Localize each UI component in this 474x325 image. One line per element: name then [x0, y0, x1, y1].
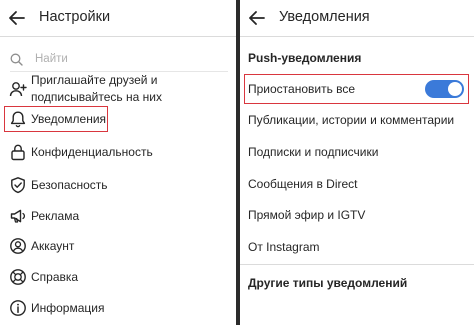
header-divider	[0, 36, 236, 37]
pause-all-highlight-frame	[244, 74, 469, 104]
settings-item-security[interactable]: Безопасность	[0, 174, 236, 196]
notification-item-posts[interactable]: Публикации, истории и комментарии	[248, 113, 454, 127]
settings-item-label: Конфиденциальность	[31, 145, 153, 159]
info-icon	[9, 299, 27, 317]
search-bar[interactable]	[10, 50, 230, 68]
search-input[interactable]	[35, 53, 215, 65]
settings-item-label: Реклама	[31, 209, 80, 223]
push-section-title: Push-уведомления	[248, 51, 362, 65]
settings-header: Настройки	[0, 0, 236, 36]
settings-item-invite-friends[interactable]: Приглашайте друзей и подписывайтесь на н…	[0, 72, 236, 106]
back-arrow-icon[interactable]	[247, 8, 267, 28]
page-title: Уведомления	[279, 9, 370, 25]
account-icon	[9, 237, 27, 255]
lock-icon	[9, 143, 27, 161]
notification-item-live[interactable]: Прямой эфир и IGTV	[248, 208, 365, 222]
settings-item-account[interactable]: Аккаунт	[0, 235, 236, 257]
settings-item-label: Справка	[31, 270, 79, 284]
header-divider	[240, 36, 474, 37]
notification-item-direct[interactable]: Сообщения в Direct	[248, 177, 358, 191]
shield-icon	[9, 176, 27, 194]
settings-item-label: Безопасность	[31, 178, 108, 192]
settings-item-label: Информация	[31, 301, 105, 315]
help-icon	[9, 268, 27, 286]
back-arrow-icon[interactable]	[7, 8, 27, 28]
megaphone-icon	[9, 207, 27, 225]
search-icon	[10, 53, 23, 66]
settings-item-label: Приглашайте друзей и подписывайтесь на н…	[31, 73, 162, 104]
add-user-icon	[9, 80, 27, 98]
page-title: Настройки	[39, 9, 111, 25]
notifications-panel: Уведомления Push-уведомления Приостанови…	[240, 0, 474, 325]
section-divider	[240, 264, 474, 265]
settings-item-info[interactable]: Информация	[0, 297, 236, 319]
settings-item-ads[interactable]: Реклама	[0, 205, 236, 227]
settings-item-label: Аккаунт	[31, 239, 75, 253]
notifications-header: Уведомления	[240, 0, 474, 36]
settings-panel: Настройки Приглашайте друзей и подписыва…	[0, 0, 236, 325]
notification-item-follows[interactable]: Подписки и подписчики	[248, 145, 378, 159]
other-section-title: Другие типы уведомлений	[248, 276, 408, 290]
notifications-highlight-frame	[4, 106, 108, 132]
settings-item-privacy[interactable]: Конфиденциальность	[0, 141, 236, 163]
notification-item-instagram[interactable]: От Instagram	[248, 240, 320, 254]
settings-item-help[interactable]: Справка	[0, 266, 236, 288]
